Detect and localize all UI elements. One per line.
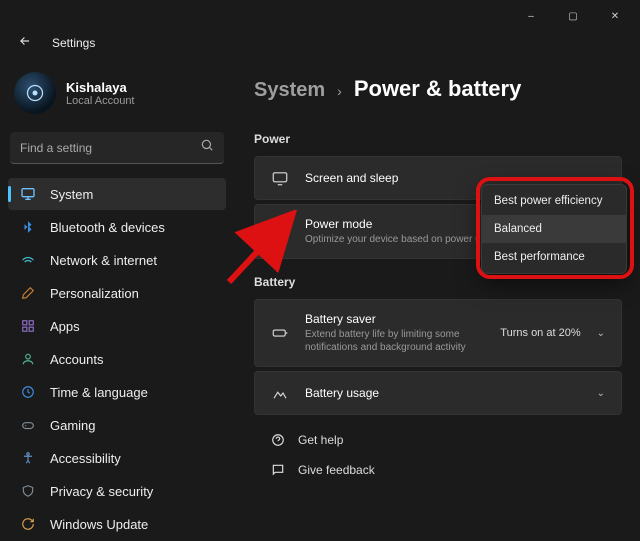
card-title: Screen and sleep <box>305 171 581 185</box>
update-icon <box>20 516 36 532</box>
section-power-title: Power <box>254 132 622 146</box>
app-title: Settings <box>52 36 95 50</box>
give-feedback-link[interactable]: Give feedback <box>254 455 622 485</box>
sidebar-item-label: System <box>50 187 93 202</box>
shield-icon <box>20 483 36 499</box>
profile-name: Kishalaya <box>66 80 135 95</box>
minimize-button[interactable]: – <box>510 2 552 30</box>
card-title: Battery usage <box>305 386 581 400</box>
sidebar-item-label: Accessibility <box>50 451 121 466</box>
back-arrow-icon[interactable] <box>18 34 34 53</box>
batteryusage-icon <box>271 384 289 402</box>
system-icon <box>20 186 36 202</box>
sidebar-item-label: Privacy & security <box>50 484 153 499</box>
header: Settings <box>0 32 640 54</box>
breadcrumb-parent[interactable]: System <box>254 79 325 102</box>
maximize-button[interactable]: ▢ <box>552 2 594 30</box>
powermode-icon <box>271 223 289 241</box>
sidebar-item-label: Personalization <box>50 286 139 301</box>
accessibility-icon <box>20 450 36 466</box>
sidebar: Kishalaya Local Account System Bluetooth… <box>0 62 232 541</box>
chevron-down-icon: ⌄ <box>597 173 605 184</box>
accounts-icon <box>20 351 36 367</box>
help-icon <box>270 433 286 447</box>
sidebar-item-apps[interactable]: Apps <box>8 310 226 342</box>
profile-type: Local Account <box>66 95 135 107</box>
card-desc: Extend battery life by limiting some not… <box>305 328 484 354</box>
sidebar-item-privacy[interactable]: Privacy & security <box>8 475 226 507</box>
sidebar-item-label: Gaming <box>50 418 96 433</box>
gaming-icon <box>20 417 36 433</box>
avatar <box>14 72 56 114</box>
search-icon <box>200 138 214 157</box>
sidebar-item-label: Network & internet <box>50 253 157 268</box>
feedback-label: Give feedback <box>298 463 375 477</box>
sidebar-item-bluetooth[interactable]: Bluetooth & devices <box>8 211 226 243</box>
help-label: Get help <box>298 433 343 447</box>
sidebar-item-update[interactable]: Windows Update <box>8 508 226 540</box>
sidebar-item-gaming[interactable]: Gaming <box>8 409 226 441</box>
dropdown-item-performance[interactable]: Best performance <box>482 243 626 271</box>
screen-icon <box>271 169 289 187</box>
sidebar-item-label: Accounts <box>50 352 103 367</box>
profile-block[interactable]: Kishalaya Local Account <box>8 66 226 126</box>
card-battery-usage[interactable]: Battery usage ⌄ <box>254 371 622 415</box>
powermode-dropdown: Best power efficiency Balanced Best perf… <box>481 184 627 274</box>
sidebar-item-network[interactable]: Network & internet <box>8 244 226 276</box>
bluetooth-icon <box>20 219 36 235</box>
card-battery-saver[interactable]: Battery saver Extend battery life by lim… <box>254 299 622 367</box>
close-button[interactable]: ✕ <box>594 2 636 30</box>
dropdown-item-efficiency[interactable]: Best power efficiency <box>482 187 626 215</box>
brush-icon <box>20 285 36 301</box>
card-title: Battery saver <box>305 312 484 326</box>
sidebar-item-time[interactable]: Time & language <box>8 376 226 408</box>
feedback-icon <box>270 463 286 477</box>
get-help-link[interactable]: Get help <box>254 425 622 455</box>
sidebar-item-label: Bluetooth & devices <box>50 220 165 235</box>
chevron-down-icon: ⌄ <box>597 328 605 339</box>
breadcrumb-sep-icon: › <box>337 83 342 99</box>
clock-icon <box>20 384 36 400</box>
batterysaver-status: Turns on at 20% <box>500 327 580 339</box>
titlebar: – ▢ ✕ <box>0 0 640 32</box>
section-battery-title: Battery <box>254 275 622 289</box>
sidebar-item-personalization[interactable]: Personalization <box>8 277 226 309</box>
wifi-icon <box>20 252 36 268</box>
chevron-down-icon: ⌄ <box>597 388 605 399</box>
sidebar-item-label: Apps <box>50 319 80 334</box>
search-input[interactable] <box>20 141 200 155</box>
search-box[interactable] <box>10 132 224 164</box>
sidebar-item-accessibility[interactable]: Accessibility <box>8 442 226 474</box>
sidebar-item-label: Windows Update <box>50 517 148 532</box>
breadcrumb: System › Power & battery <box>254 62 622 124</box>
batterysaver-icon <box>271 324 289 342</box>
sidebar-item-label: Time & language <box>50 385 148 400</box>
dropdown-item-balanced[interactable]: Balanced <box>482 215 626 243</box>
sidebar-item-system[interactable]: System <box>8 178 226 210</box>
page-title: Power & battery <box>354 76 522 102</box>
sidebar-item-accounts[interactable]: Accounts <box>8 343 226 375</box>
content-pane: System › Power & battery Power Screen an… <box>232 62 640 541</box>
apps-icon <box>20 318 36 334</box>
